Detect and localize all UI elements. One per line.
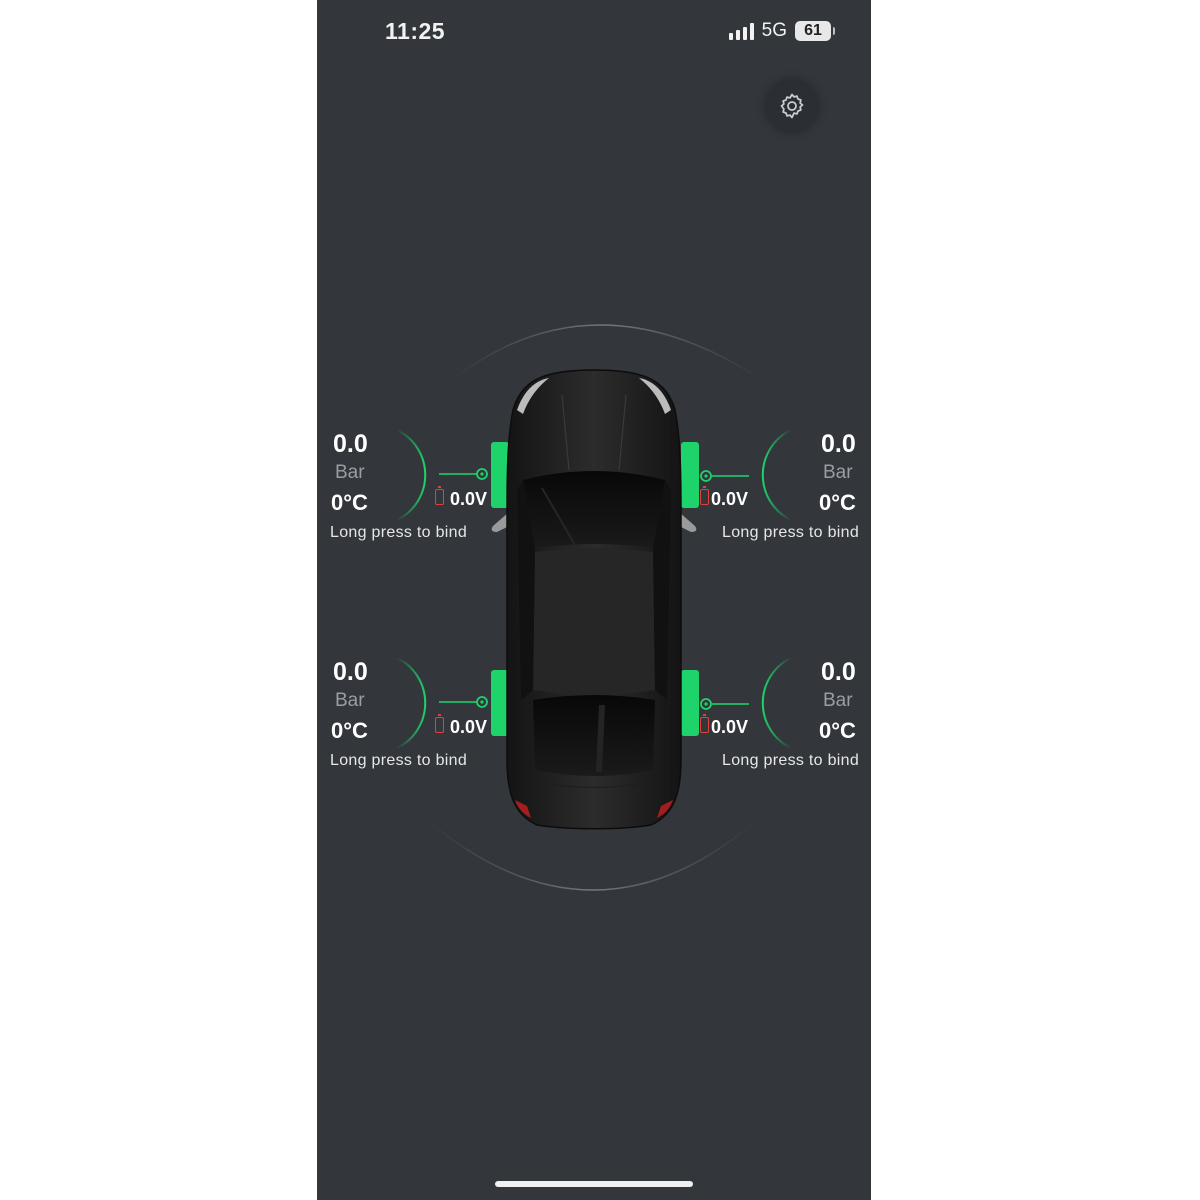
car-diagram: [396, 324, 792, 891]
pressure-unit: Bar: [823, 690, 853, 711]
bind-hint: Long press to bind: [330, 752, 468, 769]
temperature-value: 0°C: [331, 490, 368, 515]
low-battery-icon: [435, 486, 444, 505]
windshield: [523, 471, 665, 548]
bind-hint: Long press to bind: [722, 524, 860, 541]
pressure-unit: Bar: [335, 690, 365, 711]
rear-window: [533, 695, 655, 776]
tire-front-left: [491, 442, 509, 508]
pressure-value: 0.0: [333, 658, 368, 686]
low-battery-icon: [435, 714, 444, 733]
temperature-value: 0°C: [331, 718, 368, 743]
sensor-voltage-front-left: 0.0V: [450, 489, 488, 509]
pressure-unit: Bar: [823, 462, 853, 483]
pressure-value: 0.0: [821, 430, 856, 458]
bind-hint: Long press to bind: [330, 524, 468, 541]
bottom-arc: [426, 819, 758, 891]
home-indicator[interactable]: [495, 1181, 693, 1187]
temperature-value: 0°C: [819, 718, 856, 743]
tire-front-right: [681, 442, 699, 508]
bind-hint: Long press to bind: [722, 752, 860, 769]
phone-screen: 11:25 5G 61 0.0 Bar 0°C Long press to bi…: [317, 0, 871, 1200]
pressure-value: 0.0: [333, 430, 368, 458]
roof: [533, 548, 655, 695]
sensor-voltage-rear-left: 0.0V: [450, 717, 488, 737]
sensor-voltage-rear-right: 0.0V: [711, 717, 749, 737]
low-battery-icon: [700, 486, 709, 505]
low-battery-icon: [700, 714, 709, 733]
temperature-value: 0°C: [819, 490, 856, 515]
sensor-voltage-front-right: 0.0V: [711, 489, 749, 509]
tire-rear-right: [681, 670, 699, 736]
pressure-value: 0.0: [821, 658, 856, 686]
pressure-unit: Bar: [335, 462, 365, 483]
